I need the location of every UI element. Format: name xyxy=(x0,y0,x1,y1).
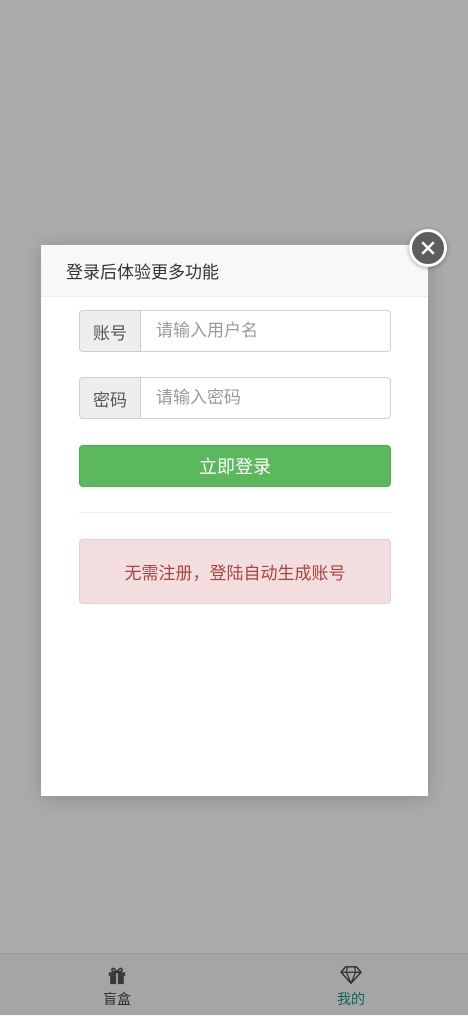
username-input[interactable] xyxy=(140,310,391,352)
divider xyxy=(79,512,391,513)
close-button[interactable] xyxy=(409,229,447,267)
login-modal: 登录后体验更多功能 账号 密码 立即登录 无需注册，登陆自动生成账号 xyxy=(41,245,428,796)
username-label: 账号 xyxy=(79,310,140,352)
username-input-group: 账号 xyxy=(79,310,391,352)
register-notice-alert: 无需注册，登陆自动生成账号 xyxy=(79,539,391,604)
password-input-group: 密码 xyxy=(79,377,391,419)
password-input[interactable] xyxy=(140,377,391,419)
close-icon xyxy=(421,241,435,255)
login-button[interactable]: 立即登录 xyxy=(79,445,391,487)
password-label: 密码 xyxy=(79,377,140,419)
modal-title: 登录后体验更多功能 xyxy=(41,245,428,297)
